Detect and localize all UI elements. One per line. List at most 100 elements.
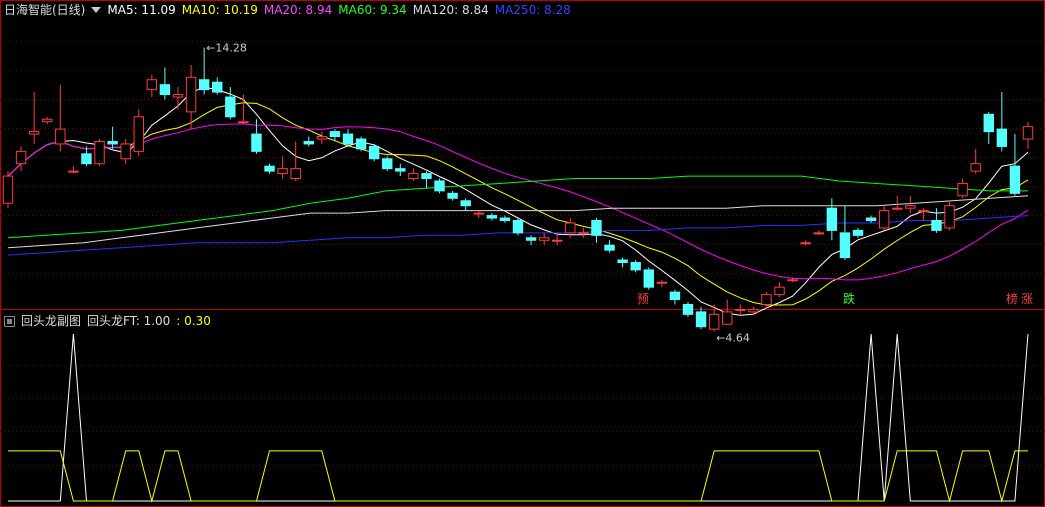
candle-body [669, 291, 681, 301]
candle-body [94, 140, 105, 165]
candle [460, 198, 471, 211]
candle-body [708, 313, 720, 330]
main-chart-header: 日海智能(日线) MA5: 11.09 MA10: 10.19 MA20: 8.… [4, 1, 571, 19]
candle-body [748, 308, 759, 313]
candle-body [408, 173, 419, 180]
candle [94, 139, 105, 167]
candle [591, 218, 602, 243]
candle [185, 64, 197, 130]
candle-body [2, 175, 14, 204]
candle [839, 205, 851, 261]
candle-body [368, 145, 380, 160]
candle-body [303, 140, 314, 145]
candle [630, 260, 641, 273]
candle-body [460, 200, 471, 207]
candle-body [735, 308, 746, 311]
candle-body [813, 232, 824, 235]
candle [382, 156, 393, 172]
candle-body [81, 153, 92, 165]
candle [1022, 121, 1034, 149]
candle [408, 168, 419, 181]
candle-body [905, 205, 916, 209]
candle-body [656, 281, 668, 284]
candle [669, 289, 681, 305]
candle-body [865, 217, 877, 222]
candle-body [120, 143, 131, 160]
candle-body [316, 136, 328, 140]
ma60-label: MA60: 9.34 [338, 3, 407, 17]
candle-body [28, 131, 40, 135]
candle [421, 171, 432, 189]
sub-series-0 [8, 333, 1029, 502]
ma120-label: MA120: 8.84 [412, 3, 489, 17]
candle-body [525, 237, 537, 241]
candle [538, 232, 550, 246]
ma20-label: MA20: 8.94 [263, 3, 333, 17]
candle [28, 92, 40, 144]
dropdown-icon[interactable] [91, 7, 102, 13]
candle-body [159, 84, 171, 96]
candle [944, 200, 955, 231]
candle-body [42, 118, 53, 123]
indicator-menu-icon[interactable] [4, 315, 15, 327]
sub-title[interactable]: 回头龙副图 [21, 312, 81, 330]
candle [303, 136, 314, 147]
candle [892, 195, 903, 211]
marker-1: 跌 [843, 291, 855, 306]
candle-body [996, 128, 1008, 147]
candle-body [447, 192, 458, 199]
candle-body [395, 168, 406, 172]
candle-body [185, 76, 197, 113]
candle [198, 47, 210, 95]
candle [878, 205, 890, 231]
candle-body [761, 294, 772, 305]
candle-body [277, 168, 288, 175]
candle-body [212, 81, 223, 93]
candle [277, 156, 288, 179]
candle-body [800, 242, 811, 245]
candle-body [68, 170, 79, 173]
candle-body [290, 168, 301, 180]
candle [735, 304, 746, 315]
candle-body [55, 128, 66, 145]
candle [81, 146, 92, 167]
candle-body [499, 217, 511, 222]
candle [395, 163, 406, 177]
candle [251, 119, 262, 154]
candle [617, 257, 628, 268]
candle-body [146, 79, 158, 91]
candle-body [355, 138, 367, 150]
candle-body [565, 222, 576, 234]
candle [512, 218, 524, 236]
candle-body [604, 244, 615, 251]
candle [996, 92, 1008, 152]
candle [290, 141, 301, 181]
candle [656, 279, 668, 288]
candle [826, 198, 838, 241]
candle [761, 292, 772, 307]
candle [486, 213, 498, 221]
candle-body [892, 207, 903, 210]
candle-body [630, 261, 641, 271]
ma250-label: MA250: 8.28 [494, 3, 571, 17]
candle [120, 139, 131, 164]
candle-body [682, 303, 694, 315]
candle-body [852, 229, 864, 236]
candle [264, 163, 275, 174]
candle [578, 227, 589, 238]
ma10-label: MA10: 10.19 [181, 3, 258, 17]
stock-title[interactable]: 日海智能(日线) [4, 1, 85, 19]
candle [368, 143, 380, 162]
candle [355, 136, 367, 152]
candle-body [264, 165, 275, 172]
candle [316, 131, 328, 144]
ma5-label: MA5: 11.09 [107, 3, 176, 17]
candle-body [251, 133, 262, 152]
candle-body [591, 220, 602, 236]
candle [434, 178, 445, 194]
candle [68, 166, 79, 174]
candle-body [342, 133, 354, 145]
candle-body [957, 182, 968, 197]
candle [918, 208, 929, 221]
candle [107, 126, 118, 149]
